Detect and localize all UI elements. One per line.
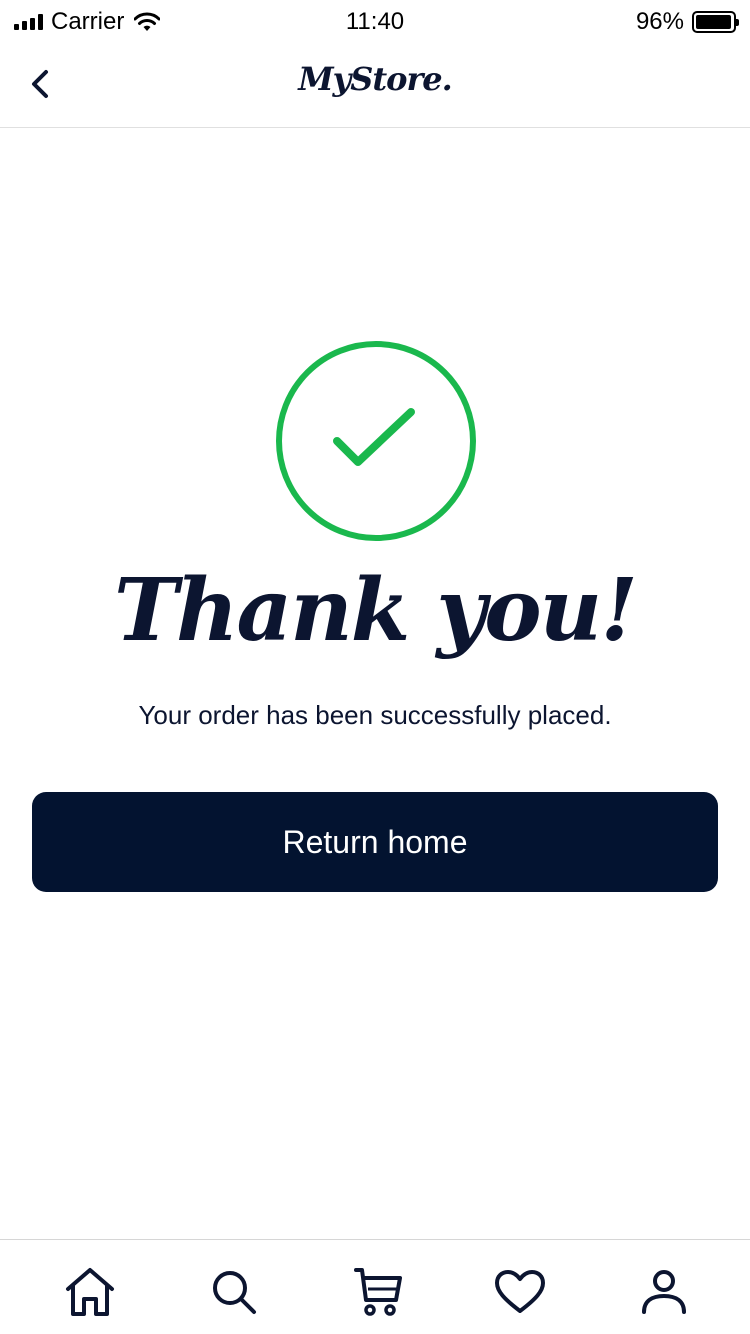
tab-bar <box>0 1239 750 1334</box>
battery-percentage: 96% <box>635 8 684 35</box>
nav-bar: MyStore. <box>0 42 750 128</box>
checkmark-circle-icon <box>276 341 476 541</box>
status-bar: Carrier 11:40 96% <box>0 0 750 42</box>
thank-you-title: Thank you! <box>114 560 638 661</box>
order-success-message: Your order has been successfully placed. <box>138 700 612 730</box>
return-home-button[interactable]: Return home <box>32 792 718 892</box>
order-confirmation-screen: Carrier 11:40 96% MyStore. Thank you! Yo… <box>0 0 750 1334</box>
status-right: 96% <box>635 8 739 36</box>
tab-favorites[interactable] <box>490 1262 550 1322</box>
battery-level <box>696 15 731 29</box>
tab-cart[interactable] <box>348 1262 408 1322</box>
search-icon <box>213 1271 256 1314</box>
heart-icon <box>495 1270 545 1313</box>
tab-profile[interactable] <box>634 1262 694 1322</box>
battery-icon <box>692 11 739 33</box>
user-icon <box>642 1270 686 1314</box>
cart-icon <box>354 1268 402 1316</box>
tab-home[interactable] <box>60 1262 120 1322</box>
store-logo: MyStore. <box>298 60 453 98</box>
home-icon <box>66 1268 114 1316</box>
tab-search[interactable] <box>204 1262 264 1322</box>
